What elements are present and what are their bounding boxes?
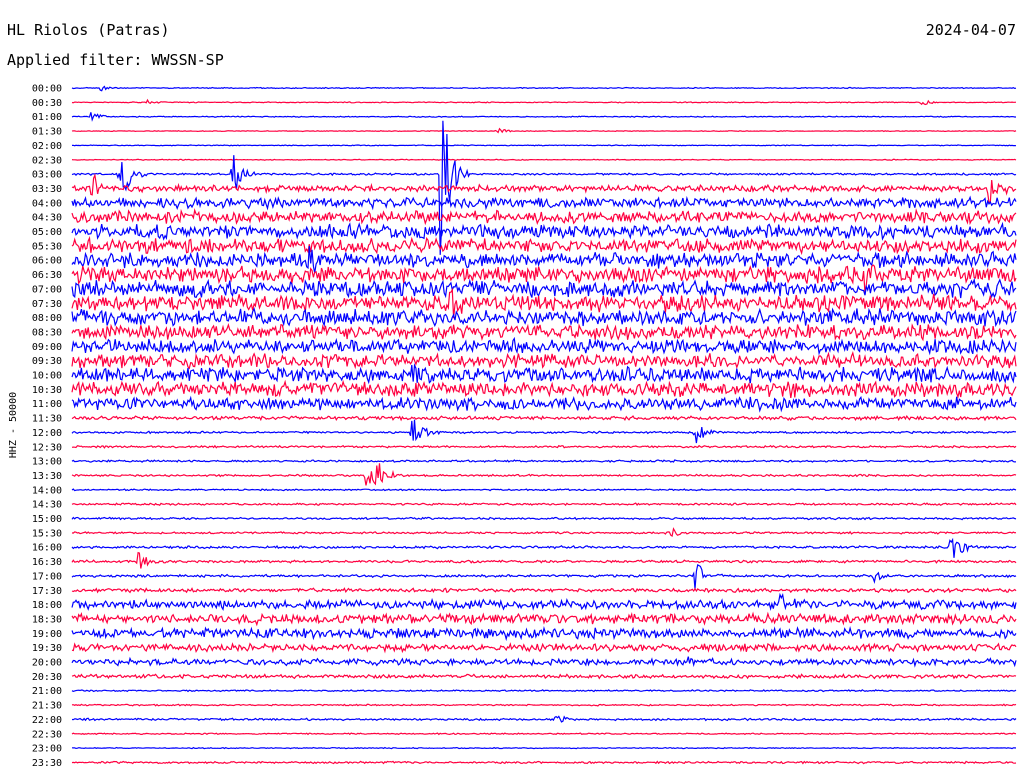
trace-line bbox=[71, 112, 1016, 122]
trace-line bbox=[71, 144, 1017, 147]
trace-line bbox=[71, 323, 1017, 342]
trace-line bbox=[71, 459, 1017, 464]
trace-line bbox=[71, 625, 1017, 642]
time-label: 13:00 bbox=[32, 457, 62, 468]
time-label: 08:30 bbox=[32, 327, 62, 338]
trace-line bbox=[71, 611, 1017, 627]
trace-line bbox=[71, 85, 1017, 92]
trace-line bbox=[71, 158, 1017, 161]
time-label: 04:30 bbox=[32, 213, 62, 224]
trace-line bbox=[71, 336, 1017, 356]
trace-line bbox=[71, 488, 1017, 492]
time-label: 20:30 bbox=[32, 672, 62, 683]
trace-line bbox=[71, 760, 1017, 765]
time-label: 01:00 bbox=[32, 112, 62, 123]
trace-line bbox=[71, 127, 1017, 134]
trace-line bbox=[71, 195, 1017, 211]
trace-line bbox=[71, 502, 1017, 506]
time-label: 02:00 bbox=[32, 141, 62, 152]
time-label: 17:30 bbox=[32, 586, 62, 597]
time-label: 07:30 bbox=[32, 299, 62, 310]
trace-line bbox=[71, 221, 1017, 241]
trace-line bbox=[71, 173, 1017, 204]
trace-line bbox=[71, 746, 1017, 750]
time-label: 01:30 bbox=[32, 127, 62, 138]
trace-line bbox=[71, 551, 1017, 569]
time-label: 07:00 bbox=[32, 284, 62, 295]
time-label: 10:30 bbox=[32, 385, 62, 396]
trace-line bbox=[71, 673, 1017, 680]
time-label: 00:00 bbox=[32, 84, 62, 95]
trace-line bbox=[71, 587, 1017, 594]
y-axis-label: HHZ - 50000 bbox=[8, 392, 19, 458]
time-label: 16:30 bbox=[32, 557, 62, 568]
time-label: 08:00 bbox=[32, 313, 62, 324]
time-label: 19:30 bbox=[32, 643, 62, 654]
trace-line bbox=[71, 414, 1017, 422]
time-label: 22:30 bbox=[32, 729, 62, 740]
time-label: 02:30 bbox=[32, 155, 62, 166]
time-label: 04:00 bbox=[32, 198, 62, 209]
time-label: 14:00 bbox=[32, 485, 62, 496]
time-label: 09:00 bbox=[32, 342, 62, 353]
time-label: 06:30 bbox=[32, 270, 62, 281]
trace-line bbox=[71, 98, 1017, 106]
trace-line bbox=[71, 537, 1017, 558]
time-label: 00:30 bbox=[32, 98, 62, 109]
time-label: 09:30 bbox=[32, 356, 62, 367]
time-label: 03:30 bbox=[32, 184, 62, 195]
time-label: 13:30 bbox=[32, 471, 62, 482]
time-label: 10:00 bbox=[32, 371, 62, 382]
time-label: 20:00 bbox=[32, 658, 62, 669]
trace-line bbox=[71, 463, 1017, 486]
trace-line bbox=[71, 363, 1017, 385]
time-label: 19:00 bbox=[32, 629, 62, 640]
time-label: 16:00 bbox=[32, 543, 62, 554]
trace-line bbox=[71, 592, 1017, 612]
trace-line bbox=[71, 516, 1017, 521]
seismogram-plot: HHZ - 50000 00:00 00:30 01:00 01:30 02:00 02:3… bbox=[8, 84, 1017, 769]
trace-line bbox=[71, 444, 1017, 449]
time-label: 05:30 bbox=[32, 241, 62, 252]
trace-line bbox=[71, 379, 1017, 399]
trace-line bbox=[71, 715, 1017, 723]
trace-line bbox=[71, 207, 1017, 226]
time-label: 17:00 bbox=[32, 571, 62, 582]
trace-line bbox=[71, 277, 1017, 299]
trace-line bbox=[71, 351, 1017, 370]
trace-line bbox=[71, 642, 1017, 654]
time-label: 06:00 bbox=[32, 256, 62, 267]
trace-line bbox=[71, 563, 1017, 590]
time-label: 11:00 bbox=[32, 399, 62, 410]
trace-line bbox=[71, 656, 1017, 668]
trace-line bbox=[71, 419, 1016, 444]
time-label: 21:00 bbox=[32, 686, 62, 697]
time-label: 23:30 bbox=[32, 758, 62, 769]
time-label: 18:00 bbox=[32, 600, 62, 611]
time-label: 12:00 bbox=[32, 428, 62, 439]
time-label: 11:30 bbox=[32, 414, 62, 425]
time-label: 12:30 bbox=[32, 442, 62, 453]
time-label: 15:30 bbox=[32, 528, 62, 539]
trace-line bbox=[71, 732, 1017, 736]
trace-line bbox=[71, 307, 1017, 328]
time-label: 18:30 bbox=[32, 614, 62, 625]
trace-line bbox=[71, 689, 1017, 693]
time-label: 22:00 bbox=[32, 715, 62, 726]
time-label: 05:00 bbox=[32, 227, 62, 238]
trace-line bbox=[71, 395, 1017, 413]
trace-line bbox=[71, 527, 1017, 537]
time-label: 15:00 bbox=[32, 514, 62, 525]
trace-line bbox=[71, 235, 1017, 256]
trace-line bbox=[71, 703, 1017, 707]
time-label: 03:00 bbox=[32, 170, 62, 181]
time-label: 23:00 bbox=[32, 744, 62, 755]
time-label: 21:30 bbox=[32, 701, 62, 712]
time-label: 14:30 bbox=[32, 500, 62, 511]
